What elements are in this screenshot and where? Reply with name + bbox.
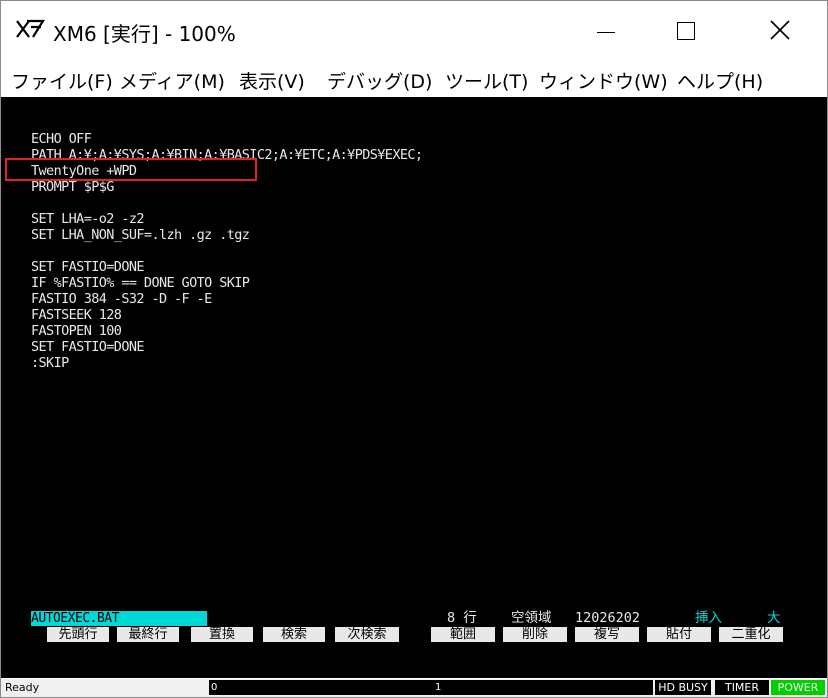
- window-title: XM6 [実行] - 100%: [53, 22, 236, 46]
- editor-line: SET LHA_NON_SUF=.lzh .gz .tgz: [31, 227, 250, 243]
- emulator-screen[interactable]: ECHO OFF PATH A:¥;A:¥SYS;A:¥BIN;A:¥BASIC…: [1, 97, 827, 678]
- status-bar: Ready 0 1 HD BUSY TIMER POWER: [1, 679, 827, 697]
- xm6-logo-icon: [16, 19, 45, 38]
- editor-line: PROMPT $P$G: [31, 179, 114, 195]
- editor-free-value: 12026202: [575, 610, 641, 626]
- fkey-paste[interactable]: 貼付: [647, 627, 711, 642]
- status-pane-1: 1: [433, 680, 653, 695]
- fkey-delete[interactable]: 削除: [503, 627, 567, 642]
- ready-status: Ready: [5, 681, 40, 694]
- title-bar[interactable]: XM6 [実行] - 100%: [1, 1, 827, 59]
- menu-debug[interactable]: デバッグ(D): [327, 67, 432, 94]
- close-icon[interactable]: [767, 17, 793, 43]
- maximize-icon[interactable]: [677, 22, 695, 40]
- fkey-search[interactable]: 検索: [263, 627, 325, 642]
- menu-help[interactable]: ヘルプ(H): [677, 67, 763, 94]
- editor-line: FASTSEEK 128: [31, 307, 122, 323]
- xm6-window: XM6 [実行] - 100% ファイル(F) メディア(M) 表示(V) デバ…: [0, 0, 828, 698]
- hd-busy-indicator: HD BUSY: [655, 680, 711, 695]
- editor-line-count: 8 行: [447, 610, 477, 626]
- menu-file[interactable]: ファイル(F): [11, 67, 113, 94]
- menu-bar: ファイル(F) メディア(M) 表示(V) デバッグ(D) ツール(T) ウィン…: [1, 63, 827, 95]
- menu-window[interactable]: ウィンドウ(W): [539, 67, 668, 94]
- editor-line: SET FASTIO=DONE: [31, 259, 145, 275]
- fkey-top-line[interactable]: 先頭行: [47, 627, 109, 642]
- timer-indicator: TIMER: [715, 680, 769, 695]
- fkey-duplicate[interactable]: 二重化: [719, 627, 783, 642]
- minimize-icon[interactable]: [597, 32, 615, 33]
- fkey-range[interactable]: 範囲: [431, 627, 495, 642]
- editor-size-indicator: 大: [767, 610, 781, 626]
- editor-line: FASTIO 384 -S32 -D -F -E: [31, 291, 212, 307]
- editor-line: IF %FASTIO% == DONE GOTO SKIP: [31, 275, 250, 291]
- menu-view[interactable]: 表示(V): [239, 67, 305, 94]
- fkey-last-line[interactable]: 最終行: [117, 627, 179, 642]
- editor-free-label: 空領域: [511, 610, 552, 626]
- editor-line: ECHO OFF: [31, 131, 92, 147]
- editor-filename: AUTOEXEC.BAT: [31, 611, 207, 626]
- editor-line: FASTOPEN 100: [31, 323, 122, 339]
- editor-line: SET LHA=-o2 -z2: [31, 211, 145, 227]
- editor-line: :SKIP: [31, 355, 69, 371]
- power-indicator: POWER: [771, 680, 825, 695]
- highlight-annotation: [5, 158, 257, 181]
- menu-media[interactable]: メディア(M): [119, 67, 225, 94]
- editor-line: SET FASTIO=DONE: [31, 339, 145, 355]
- editor-insert-mode: 挿入: [695, 610, 722, 626]
- status-pane-0: 0: [209, 680, 433, 695]
- fkey-next-search[interactable]: 次検索: [335, 627, 399, 642]
- fkey-replace[interactable]: 置換: [191, 627, 253, 642]
- fkey-copy[interactable]: 複写: [575, 627, 639, 642]
- menu-tools[interactable]: ツール(T): [445, 67, 528, 94]
